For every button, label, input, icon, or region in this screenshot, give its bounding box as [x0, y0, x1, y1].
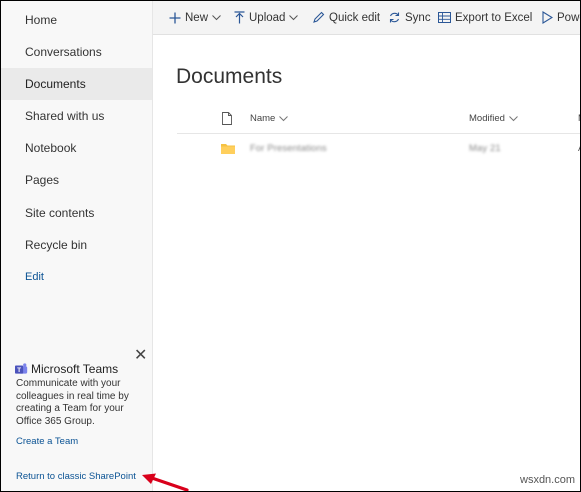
column-modified-label: Modified	[469, 113, 505, 124]
sharepoint-window: Home Conversations Documents Shared with…	[0, 0, 581, 492]
file-name[interactable]: For Presentations	[250, 134, 327, 162]
command-bar: New Upload Quick edit Sync Export to Exc…	[153, 1, 580, 35]
teams-desc-line: colleagues in real time by	[16, 390, 129, 402]
nav-item-documents[interactable]: Documents	[1, 68, 152, 100]
column-name-label: Name	[250, 113, 276, 124]
teams-description: Communicate with your colleagues in real…	[16, 378, 138, 428]
nav-item-notebook[interactable]: Notebook	[1, 132, 152, 164]
excel-grid-icon	[438, 12, 451, 23]
nav-edit-link[interactable]: Edit	[1, 261, 152, 293]
teams-logo-icon: T	[15, 362, 28, 373]
edit-label: Edit	[25, 271, 44, 283]
nav-label: Documents	[25, 77, 86, 91]
chevron-down-icon	[289, 14, 299, 20]
power-apps-button[interactable]: Powe	[542, 1, 580, 34]
quick-edit-label: Quick edit	[329, 11, 381, 24]
nav-label: Recycle bin	[25, 238, 88, 252]
teams-desc-line: Office 365 Group.	[16, 415, 95, 427]
watermark: wsxdn.com	[520, 474, 576, 486]
folder-icon-cell	[221, 134, 235, 162]
table-row[interactable]: For Presentations May 21 A	[177, 134, 580, 162]
nav-label: Home	[25, 13, 58, 27]
sync-label: Sync	[405, 11, 431, 24]
upload-button[interactable]: Upload	[234, 1, 302, 34]
left-navigation: Home Conversations Documents Shared with…	[1, 1, 153, 491]
nav-label: Site contents	[25, 206, 95, 220]
nav-item-home[interactable]: Home	[1, 4, 152, 36]
nav-item-pages[interactable]: Pages	[1, 164, 152, 196]
red-arrow-annotation	[142, 473, 189, 491]
power-apps-icon	[542, 11, 553, 24]
close-icon[interactable]: ✕	[134, 348, 147, 364]
teams-promo-card: ✕ T Microsoft Teams Communicate with you…	[1, 341, 152, 451]
new-label: New	[185, 11, 209, 24]
teams-header: T Microsoft Teams	[15, 361, 118, 377]
folder-icon	[221, 143, 235, 154]
teams-title: Microsoft Teams	[31, 362, 119, 376]
nav-item-shared-with-us[interactable]: Shared with us	[1, 100, 152, 132]
nav-label: Conversations	[25, 45, 102, 59]
column-header-name[interactable]: Name	[250, 105, 289, 133]
sync-button[interactable]: Sync	[388, 1, 431, 34]
teams-desc-line: Communicate with your	[16, 378, 121, 389]
nav-item-recycle-bin[interactable]: Recycle bin	[1, 229, 152, 261]
nav-label: Notebook	[25, 141, 77, 155]
nav-item-conversations[interactable]: Conversations	[1, 36, 152, 68]
quick-edit-button[interactable]: Quick edit	[312, 1, 380, 34]
return-to-classic-link[interactable]: Return to classic SharePoint	[16, 471, 136, 482]
plus-icon	[169, 12, 181, 23]
upload-arrow-icon	[234, 11, 245, 24]
list-header: Name Modified M	[177, 105, 580, 134]
teams-desc-line: creating a Team for your	[16, 403, 124, 414]
nav-item-site-contents[interactable]: Site contents	[1, 197, 152, 229]
nav-label: Pages	[25, 173, 60, 187]
column-header-modified[interactable]: Modified	[469, 105, 518, 133]
power-label: Powe	[557, 11, 580, 24]
page-title: Documents	[176, 65, 283, 89]
new-button[interactable]: New	[169, 1, 225, 34]
export-to-excel-button[interactable]: Export to Excel	[438, 1, 532, 34]
svg-text:T: T	[17, 366, 21, 373]
create-team-link[interactable]: Create a Team	[16, 436, 78, 447]
pencil-icon	[313, 11, 325, 23]
export-label: Export to Excel	[455, 11, 533, 24]
chevron-down-icon	[279, 116, 289, 122]
chevron-down-icon	[212, 14, 221, 20]
sync-icon	[389, 12, 400, 23]
modified-date: May 21	[469, 142, 501, 154]
nav-label: Shared with us	[25, 109, 105, 123]
chevron-down-icon	[509, 116, 518, 122]
upload-label: Upload	[249, 11, 286, 24]
file-type-icon[interactable]	[222, 112, 232, 125]
